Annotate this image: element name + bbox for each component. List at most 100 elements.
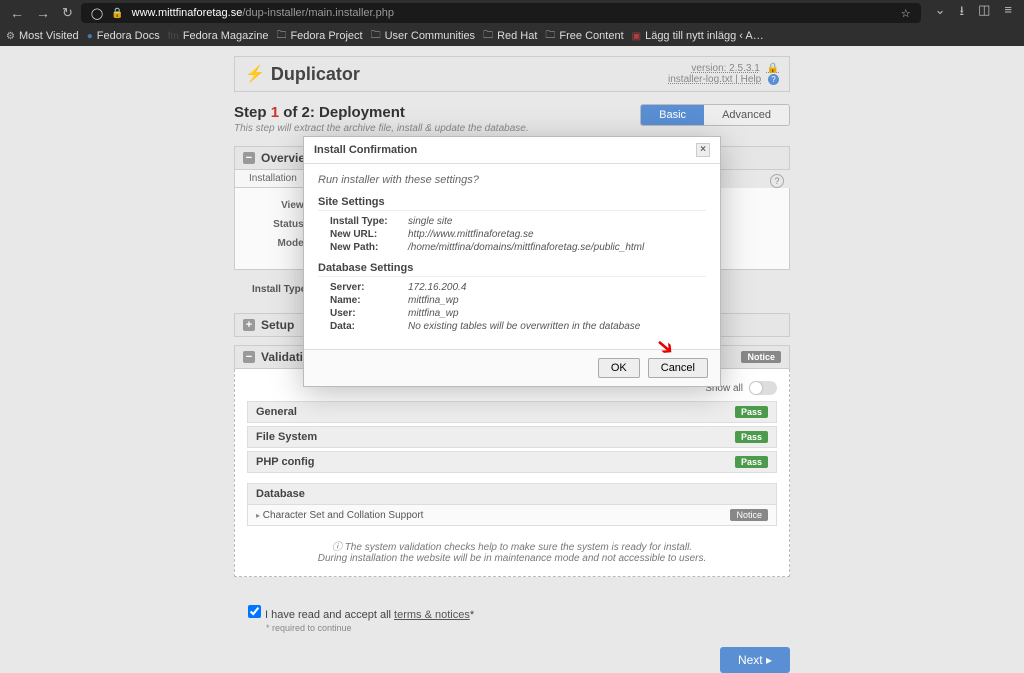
step-row: Step 1 of 2: Deployment This step will e… xyxy=(234,104,790,134)
menu-icon[interactable]: ≡ xyxy=(1004,2,1012,24)
url-bar[interactable]: ◯ 🔒 www.mittfinaforetag.se/dup-installer… xyxy=(81,3,921,23)
header-bar: ⚡ Duplicator version: 2.5.3.1 🔒 installe… xyxy=(234,56,790,92)
bookmark-icon: ⚙ xyxy=(6,31,15,42)
bolt-icon: ⚡ xyxy=(245,64,265,84)
kv-row: Name:mittfina_wp xyxy=(318,294,706,307)
bookmark-item[interactable]: 🗀 Fedora Project xyxy=(276,28,362,45)
bookmark-item[interactable]: ⚙Most Visited xyxy=(6,30,79,42)
kv-value: /home/mittfina/domains/mittfinaforetag.s… xyxy=(408,242,644,253)
modal-footer: OK Cancel xyxy=(304,349,720,386)
header-meta: version: 2.5.3.1 🔒 installer-log.txt | H… xyxy=(664,63,779,85)
val-php[interactable]: PHP configPass xyxy=(247,451,777,473)
toolbar-icons: ⌄ ⭳ ◫ ≡ xyxy=(929,2,1018,24)
bookmark-item[interactable]: 🗀 Red Hat xyxy=(483,28,537,45)
accept-label[interactable]: I have read and accept all terms & notic… xyxy=(248,609,474,621)
kv-key: New Path: xyxy=(330,242,408,253)
url-domain: www.mittfinaforetag.se xyxy=(132,7,243,19)
kv-value: single site xyxy=(408,216,452,227)
bookmark-item[interactable]: 🗀 Free Content xyxy=(545,28,623,45)
expand-icon: + xyxy=(243,319,255,331)
modal-body: Run installer with these settings? Site … xyxy=(304,164,720,349)
kv-row: New URL:http://www.mittfinaforetag.se xyxy=(318,228,706,241)
bookmark-icon: 🗀 xyxy=(545,28,555,45)
cancel-button[interactable]: Cancel xyxy=(648,358,708,378)
next-button[interactable]: Next ▸ xyxy=(720,647,790,673)
tab-basic[interactable]: Basic xyxy=(641,105,704,125)
kv-key: New URL: xyxy=(330,229,408,240)
nav-arrows: ← → xyxy=(6,5,54,21)
notice-badge: Notice xyxy=(730,509,768,521)
bookmark-item[interactable]: fmFedora Magazine xyxy=(168,30,269,42)
db-settings-heading: Database Settings xyxy=(318,262,706,277)
bookmark-item[interactable]: 🗀 User Communities xyxy=(371,28,475,45)
info-icon: ⓘ xyxy=(332,542,342,553)
val-database[interactable]: Database xyxy=(247,483,777,505)
tab-advanced[interactable]: Advanced xyxy=(704,105,789,125)
pass-badge: Pass xyxy=(735,406,768,418)
download-icon[interactable]: ⭳ xyxy=(960,2,965,24)
pass-badge: Pass xyxy=(735,456,768,468)
label-install-type: Install Type: xyxy=(252,284,310,295)
kv-row: Data:No existing tables will be overwrit… xyxy=(318,320,706,333)
bookmark-label: Free Content xyxy=(559,30,623,42)
help-icon[interactable]: ? xyxy=(768,74,779,85)
kv-row: Install Type:single site xyxy=(318,215,706,228)
reload-icon[interactable]: ↻ xyxy=(62,5,73,21)
site-settings-heading: Site Settings xyxy=(318,196,706,211)
kv-value: http://www.mittfinaforetag.se xyxy=(408,229,534,240)
lock-icon: 🔒 xyxy=(111,8,123,19)
kv-key: User: xyxy=(330,308,408,319)
kv-value: mittfina_wp xyxy=(408,308,459,319)
accept-row: I have read and accept all terms & notic… xyxy=(234,605,790,633)
bookmark-icon: 🗀 xyxy=(483,28,493,45)
val-general[interactable]: GeneralPass xyxy=(247,401,777,423)
back-icon[interactable]: ← xyxy=(10,5,24,21)
bookmark-label: Red Hat xyxy=(497,30,537,42)
bookmarks-bar: ⚙Most Visited ●Fedora Docs fmFedora Magazi… xyxy=(0,26,1024,46)
required-note: * required to continue xyxy=(266,623,776,633)
install-confirmation-modal: Install Confirmation × Run installer wit… xyxy=(303,136,721,387)
next-row: Next ▸ xyxy=(234,647,790,673)
pass-badge: Pass xyxy=(735,431,768,443)
modal-header: Install Confirmation × xyxy=(304,137,720,164)
app-title: Duplicator xyxy=(271,64,360,85)
bookmark-icon: fm xyxy=(168,31,179,42)
url-path: /dup-installer/main.installer.php xyxy=(242,7,394,19)
terms-link[interactable]: terms & notices xyxy=(394,609,470,621)
setup-label: Setup xyxy=(261,318,294,332)
browser-toolbar: ← → ↻ ◯ 🔒 www.mittfinaforetag.se/dup-ins… xyxy=(0,0,1024,26)
ok-button[interactable]: OK xyxy=(598,358,640,378)
bookmark-label: User Communities xyxy=(385,30,475,42)
bookmark-icon: ▣ xyxy=(632,31,641,42)
bookmark-icon: 🗀 xyxy=(371,28,381,45)
bookmark-icon: 🗀 xyxy=(276,28,286,45)
kv-row: Server:172.16.200.4 xyxy=(318,281,706,294)
bookmark-label: Fedora Project xyxy=(290,30,362,42)
val-filesystem[interactable]: File SystemPass xyxy=(247,426,777,448)
version-link[interactable]: version: 2.5.3.1 xyxy=(691,63,759,74)
kv-key: Data: xyxy=(330,321,408,332)
kv-row: New Path:/home/mittfina/domains/mittfina… xyxy=(318,241,706,254)
notice-badge: Notice xyxy=(741,351,781,363)
tab-installation[interactable]: Installation xyxy=(234,170,312,188)
val-charset[interactable]: ▸ Character Set and Collation SupportNot… xyxy=(247,505,777,526)
close-icon[interactable]: × xyxy=(696,143,710,157)
kv-value: No existing tables will be overwritten i… xyxy=(408,321,640,332)
show-all-toggle[interactable] xyxy=(749,381,777,395)
lock-small-icon: 🔒 xyxy=(767,63,779,74)
bookmark-item[interactable]: ●Fedora Docs xyxy=(87,30,160,42)
kv-value: mittfina_wp xyxy=(408,295,459,306)
accept-checkbox[interactable] xyxy=(248,605,261,618)
kv-key: Server: xyxy=(330,282,408,293)
bookmark-label: Fedora Docs xyxy=(97,30,160,42)
star-icon[interactable]: ☆ xyxy=(901,7,911,20)
forward-icon[interactable]: → xyxy=(36,5,50,21)
account-icon[interactable]: ◫ xyxy=(978,2,990,24)
mode-tabs: Basic Advanced xyxy=(640,104,790,126)
kv-row: User:mittfina_wp xyxy=(318,307,706,320)
help-tip-icon[interactable]: ? xyxy=(770,174,784,188)
bookmark-item[interactable]: ▣Lägg till nytt inlägg ‹ A… xyxy=(632,30,764,42)
shield-icon: ◯ xyxy=(91,7,103,20)
log-links[interactable]: installer-log.txt | Help xyxy=(668,74,761,85)
pocket-icon[interactable]: ⌄ xyxy=(935,2,946,24)
